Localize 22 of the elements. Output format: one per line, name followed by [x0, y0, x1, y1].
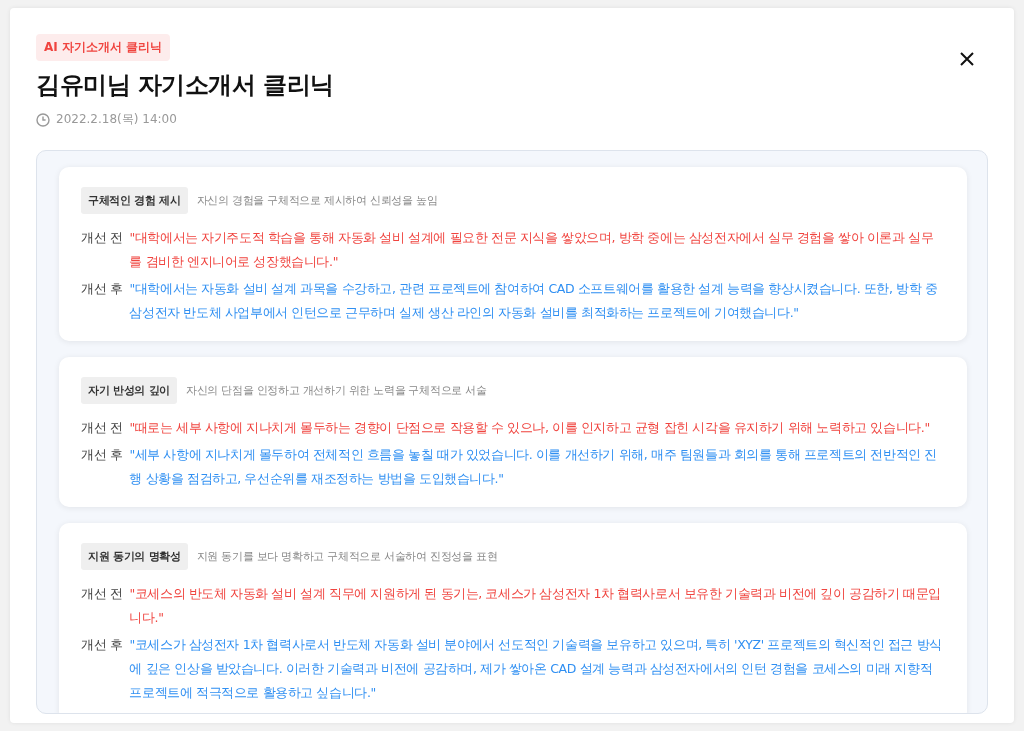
revised-sentence: "세부 사항에 지나치게 몰두하여 전체적인 흐름을 놓칠 때가 있었습니다. 이를 개선하기 위해, 매주 팀원들과 회의를 통해 프로젝트의 전반적인 진행 상황을 점검하고, 우선순위를 재조정하는 방법을 도입했습니다." [129, 446, 938, 488]
original-sentence: "때로는 세부 사항에 지나치게 몰두하는 경향이 단점으로 작용할 수 있으나, 이를 인지하고 균형 잡힌 시각을 유지하기 위해 노력하고 있습니다." [129, 419, 931, 437]
criterion-tag: 구체적인 경험 제시 [81, 187, 188, 214]
original-sentence: "대학에서는 자기주도적 학습을 통해 자동화 설비 설계에 필요한 전문 지식을 쌓았으며, 방학 중에는 삼성전자에서 실무 경험을 쌓아 이론과 실무를 겸비한 엔지니어로 성장했습니다." [129, 229, 935, 271]
criterion-tag: 지원 동기의 명확성 [81, 543, 188, 570]
criterion-tag: 자기 반성의 깊이 [81, 377, 177, 404]
criterion-description: 지원 동기를 보다 명확하고 구체적으로 서술하여 진정성을 표현 [196, 549, 498, 564]
revised-sentence: "대학에서는 자동화 설비 설계 과목을 수강하고, 관련 프로젝트에 참여하여 CAD 소프트웨어를 활용한 설계 능력을 향상시켰습니다. 또한, 방학 중 삼성전자 반도체 사업부에서 인턴으로 근무하며 실제 생산 라인의 자동화 설비를 최적화하는 프로젝트에 기여했습니다." [129, 280, 939, 322]
criterion-description: 자신의 단점을 인정하고 개선하기 위한 노력을 구체적으로 서술 [185, 383, 487, 398]
row-label: 개선 후 [81, 446, 123, 464]
page-title: 김유미님 자기소개서 클리닉 [36, 70, 334, 101]
row-label: 개선 전 [81, 229, 123, 247]
row-label: 개선 후 [81, 636, 123, 654]
criterion-description: 자신의 경험을 구체적으로 제시하여 신뢰성을 높임 [196, 193, 438, 208]
row-label: 개선 전 [81, 585, 123, 603]
clock-icon [36, 112, 50, 127]
revised-sentence: "코세스가 삼성전자 1차 협력사로서 반도체 자동화 설비 분야에서 선도적인 기술력을 보유하고 있으며, 특히 'XYZ' 프로젝트의 혁신적인 접근 방식에 깊은 인상을 받았습니다. 이러한 기술력과 비전에 공감하며, 제가 쌓아온 CAD 설계 능력과 삼성전자에서의 인턴 경험을 코세스의 미래 지향적 프로젝트에 적극적으로 활용하고 싶습니다." [129, 636, 943, 702]
category-badge: AI 자기소개서 클리닉 [36, 34, 171, 61]
row-label: 개선 전 [81, 419, 123, 437]
original-sentence: "코세스의 반도체 자동화 설비 설계 직무에 지원하게 된 동기는, 코세스가 삼성전자 1차 협력사로서 보유한 기술력과 비전에 깊이 공감하기 때문입니다." [129, 585, 942, 627]
date-text: 2022.2.18(목) 14:00 [56, 111, 177, 128]
row-label: 개선 후 [81, 280, 123, 298]
